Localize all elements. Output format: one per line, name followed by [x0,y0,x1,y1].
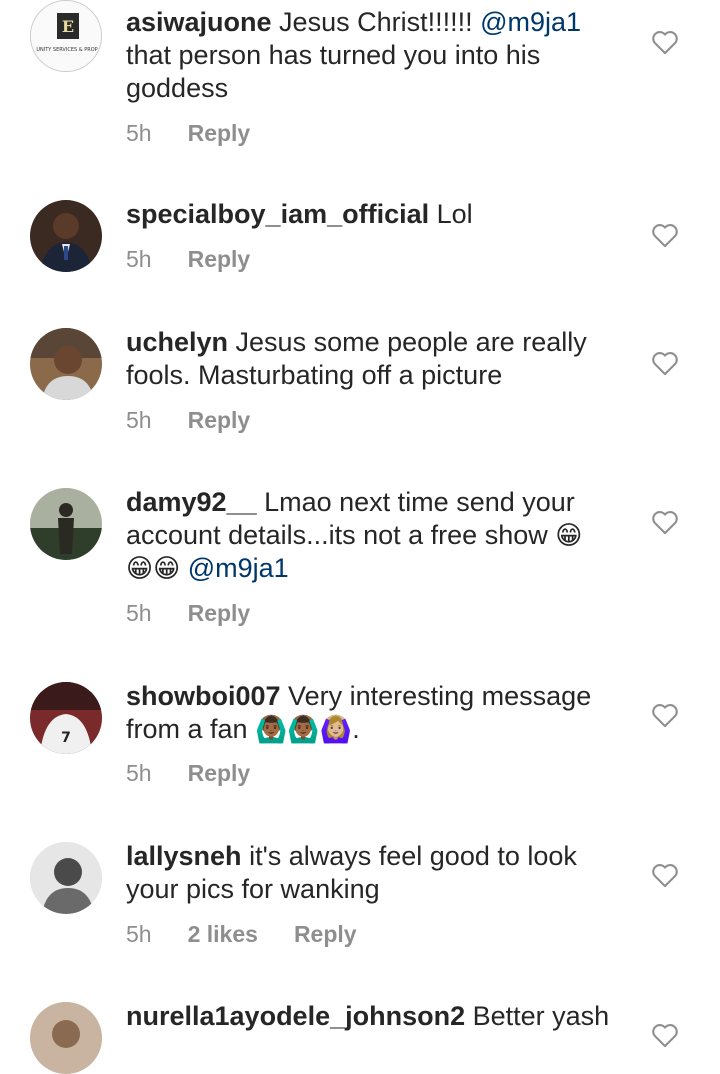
comment-text: uchelyn Jesus some people are really foo… [126,326,616,392]
comment-username[interactable]: damy92__ [126,487,257,517]
comment-username[interactable]: nurella1ayodele_johnson2 [126,1001,465,1031]
comment-username[interactable]: asiwajuone [126,7,272,37]
comment-text: damy92__ Lmao next time send your accoun… [126,486,616,585]
comment-body: damy92__ Lmao next time send your accoun… [126,486,616,626]
comment-content: Jesus Christ!!!!!! [271,7,481,37]
comments-list: E UNITY SERVICES & PROP asiwajuone Jesus… [0,0,720,1074]
comment-meta: 5h Reply [126,407,286,434]
heart-outline-icon[interactable] [651,222,679,248]
comment-time: 5h [126,921,152,947]
emoji: 🙆🏾‍♂️🙆🏾‍♂️🙆🏼‍♀️ [255,714,353,744]
reply-button[interactable]: Reply [188,600,251,627]
heart-outline-icon[interactable] [651,29,679,55]
reply-button[interactable]: Reply [188,760,251,787]
comment-meta: 5h 2 likes Reply [126,921,393,948]
comment-time: 5h [126,760,152,786]
comment-body: showboi007 Very interesting message from… [126,680,616,786]
comment-meta: 5h Reply [126,600,286,627]
heart-outline-icon[interactable] [651,509,679,535]
comment-username[interactable]: showboi007 [126,681,281,711]
comment-body: asiwajuone Jesus Christ!!!!!! @m9ja1 tha… [126,6,616,146]
avatar[interactable] [30,328,102,400]
comment-meta: 5h Reply [126,760,286,787]
comment-text: nurella1ayodele_johnson2 Better yash [126,1000,616,1033]
emoji: 😁 [555,520,583,550]
comment-body: uchelyn Jesus some people are really foo… [126,326,616,433]
avatar[interactable] [30,488,102,560]
reply-button[interactable]: Reply [188,407,251,434]
comment-text: showboi007 Very interesting message from… [126,680,616,746]
comment-username[interactable]: lallysneh [126,841,242,871]
comment-meta: 5h Reply [126,246,286,273]
heart-outline-icon[interactable] [651,862,679,888]
avatar[interactable] [30,842,102,914]
mention-link[interactable]: @m9ja1 [480,7,581,37]
avatar[interactable] [30,200,102,272]
comment-time: 5h [126,120,152,146]
svg-text:E: E [62,17,74,36]
reply-button[interactable]: Reply [188,246,251,273]
comment-content: Better yash [465,1001,610,1031]
comment-body: nurella1ayodele_johnson2 Better yash [126,1000,616,1033]
comment-text: asiwajuone Jesus Christ!!!!!! @m9ja1 tha… [126,6,616,105]
avatar-logo-text: UNITY SERVICES & PROP [36,47,97,53]
reply-button[interactable]: Reply [294,921,357,948]
likes-count[interactable]: 2 likes [188,921,258,948]
svg-text:7: 7 [61,730,71,746]
comment-time: 5h [126,407,152,433]
avatar[interactable]: E UNITY SERVICES & PROP [30,0,102,72]
heart-outline-icon[interactable] [651,702,679,728]
comment-body: specialboy_iam_official Lol 5h Reply [126,198,616,272]
comment-time: 5h [126,246,152,272]
reply-button[interactable]: Reply [188,120,251,147]
comment-content: Lol [429,199,473,229]
emoji: 😁😁 [126,553,181,583]
comment-content-2: that person has turned you into his godd… [126,40,541,103]
comment-content-tail: . [352,714,360,744]
heart-outline-icon[interactable] [651,350,679,376]
mention-link[interactable]: @m9ja1 [188,553,289,583]
comment-text: specialboy_iam_official Lol [126,198,616,231]
comment-time: 5h [126,600,152,626]
avatar[interactable] [30,1002,102,1074]
heart-outline-icon[interactable] [651,1022,679,1048]
comment-username[interactable]: uchelyn [126,327,228,357]
comment-text: lallysneh it's always feel good to look … [126,840,616,906]
comment-body: lallysneh it's always feel good to look … [126,840,616,947]
avatar[interactable]: 7 [30,682,102,754]
comment-meta: 5h Reply [126,120,286,147]
comment-username[interactable]: specialboy_iam_official [126,199,429,229]
